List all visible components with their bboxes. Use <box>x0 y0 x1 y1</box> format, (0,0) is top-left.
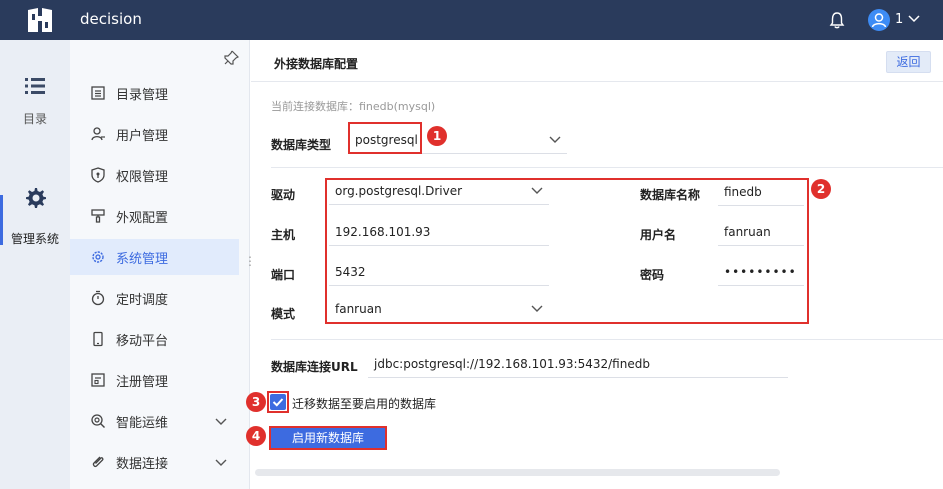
sidebar-item-system[interactable]: 系统管理 <box>70 239 239 275</box>
ops-icon <box>91 414 105 428</box>
gear-icon <box>26 188 46 208</box>
annotation-badge-3: 3 <box>246 392 266 412</box>
host-label: 主机 <box>271 228 296 242</box>
schema-select[interactable]: fanruan <box>329 295 549 323</box>
db-type-select[interactable]: postgresql <box>349 126 567 154</box>
chevron-down-icon <box>549 136 561 143</box>
page-title: 外接数据库配置 <box>274 57 359 71</box>
rail-item-label: 目录 <box>22 112 47 126</box>
port-label: 端口 <box>271 268 296 282</box>
chevron-down-icon[interactable] <box>215 415 227 427</box>
shield-icon <box>91 167 105 183</box>
username-label: 用户名 <box>640 228 677 242</box>
rail-item-admin[interactable]: 管理系统 <box>0 186 70 247</box>
sidebar-item-label: 用户管理 <box>116 128 169 144</box>
sidebar: 目录管理 用户管理 权限管理 外观配置 系统管理 定时调度 移动平台 注册管理 … <box>70 40 250 489</box>
db-type-value: postgresql <box>355 133 418 147</box>
rail-item-catalog[interactable]: 目录 <box>0 76 70 127</box>
port-input[interactable]: 5432 <box>329 258 549 286</box>
host-input[interactable]: 192.168.101.93 <box>329 218 549 246</box>
main-header: 外接数据库配置 返回 <box>251 40 943 82</box>
sidebar-item-label: 外观配置 <box>116 210 169 226</box>
sidebar-item-catalog[interactable]: 目录管理 <box>70 75 239 111</box>
user-icon <box>91 127 105 141</box>
current-db-info: 当前连接数据库：finedb(mysql) <box>271 100 436 113</box>
sidebar-item-label: 系统管理 <box>116 251 169 267</box>
sidebar-item-permissions[interactable]: 权限管理 <box>70 157 239 193</box>
top-bar: decision 1 <box>0 0 943 40</box>
password-label: 密码 <box>640 268 665 282</box>
annotation-badge-2: 2 <box>811 179 831 199</box>
url-input[interactable]: jdbc:postgresql://192.168.101.93:5432/fi… <box>368 350 788 378</box>
sidebar-item-label: 移动平台 <box>116 333 169 349</box>
horizontal-scrollbar[interactable] <box>255 469 780 476</box>
url-label: 数据库连接URL <box>271 360 358 374</box>
sidebar-item-data-connection[interactable]: 数据连接 <box>70 444 239 480</box>
dbname-label: 数据库名称 <box>640 188 701 202</box>
mobile-icon <box>93 331 103 347</box>
link-icon <box>92 456 104 468</box>
main-panel: 外接数据库配置 返回 当前连接数据库：finedb(mysql) 数据库类型 p… <box>246 40 943 489</box>
db-type-label: 数据库类型 <box>271 138 332 152</box>
sidebar-item-mobile[interactable]: 移动平台 <box>70 321 239 357</box>
chevron-down-icon[interactable] <box>215 456 227 468</box>
enable-new-db-button[interactable]: 启用新数据库 <box>269 426 387 450</box>
chevron-down-icon <box>531 187 543 194</box>
divider <box>271 339 943 340</box>
sidebar-item-label: 目录管理 <box>116 87 169 103</box>
avatar[interactable] <box>868 9 890 31</box>
driver-value: org.postgresql.Driver <box>335 184 463 198</box>
schema-label: 模式 <box>271 307 296 321</box>
dbname-input[interactable]: finedb <box>718 178 804 206</box>
username-input[interactable]: fanruan <box>718 218 804 246</box>
pin-icon[interactable] <box>223 50 239 66</box>
sidebar-item-label: 数据连接 <box>116 456 169 472</box>
sidebar-item-register[interactable]: 注册管理 <box>70 362 239 398</box>
driver-select[interactable]: org.postgresql.Driver <box>329 177 549 205</box>
password-input[interactable]: ••••••••• <box>718 258 804 286</box>
driver-label: 驱动 <box>271 188 296 202</box>
sidebar-item-ops[interactable]: 智能运维 <box>70 403 239 439</box>
logo-icon <box>28 8 52 32</box>
timer-icon <box>91 290 105 306</box>
user-avatar-icon <box>871 13 887 28</box>
catalog-icon <box>91 86 105 100</box>
migrate-label: 迁移数据至要启用的数据库 <box>292 397 437 411</box>
sidebar-item-label: 智能运维 <box>116 415 169 431</box>
app-title: decision <box>80 10 142 28</box>
sidebar-item-label: 权限管理 <box>116 169 169 185</box>
left-rail: 目录 管理系统 <box>0 40 70 489</box>
user-name[interactable]: 1 <box>895 12 903 27</box>
chevron-down-icon <box>531 305 543 312</box>
sidebar-item-users[interactable]: 用户管理 <box>70 116 239 152</box>
sidebar-item-schedule[interactable]: 定时调度 <box>70 280 239 316</box>
register-icon <box>91 373 105 387</box>
paint-icon <box>91 209 105 223</box>
migrate-checkbox[interactable] <box>270 394 286 410</box>
schema-value: fanruan <box>335 302 382 316</box>
annotation-badge-4: 4 <box>246 426 266 446</box>
annotation-badge-1: 1 <box>427 126 447 146</box>
sidebar-item-label: 注册管理 <box>116 374 169 390</box>
bell-icon[interactable] <box>829 11 845 29</box>
check-icon <box>272 398 284 407</box>
sidebar-item-appearance[interactable]: 外观配置 <box>70 198 239 234</box>
back-button[interactable]: 返回 <box>886 51 931 73</box>
chevron-down-icon[interactable] <box>908 14 920 24</box>
list-icon <box>25 78 45 94</box>
rail-item-label: 管理系统 <box>10 232 59 246</box>
gear-icon <box>92 251 104 263</box>
sidebar-item-label: 定时调度 <box>116 292 169 308</box>
divider <box>271 167 943 168</box>
